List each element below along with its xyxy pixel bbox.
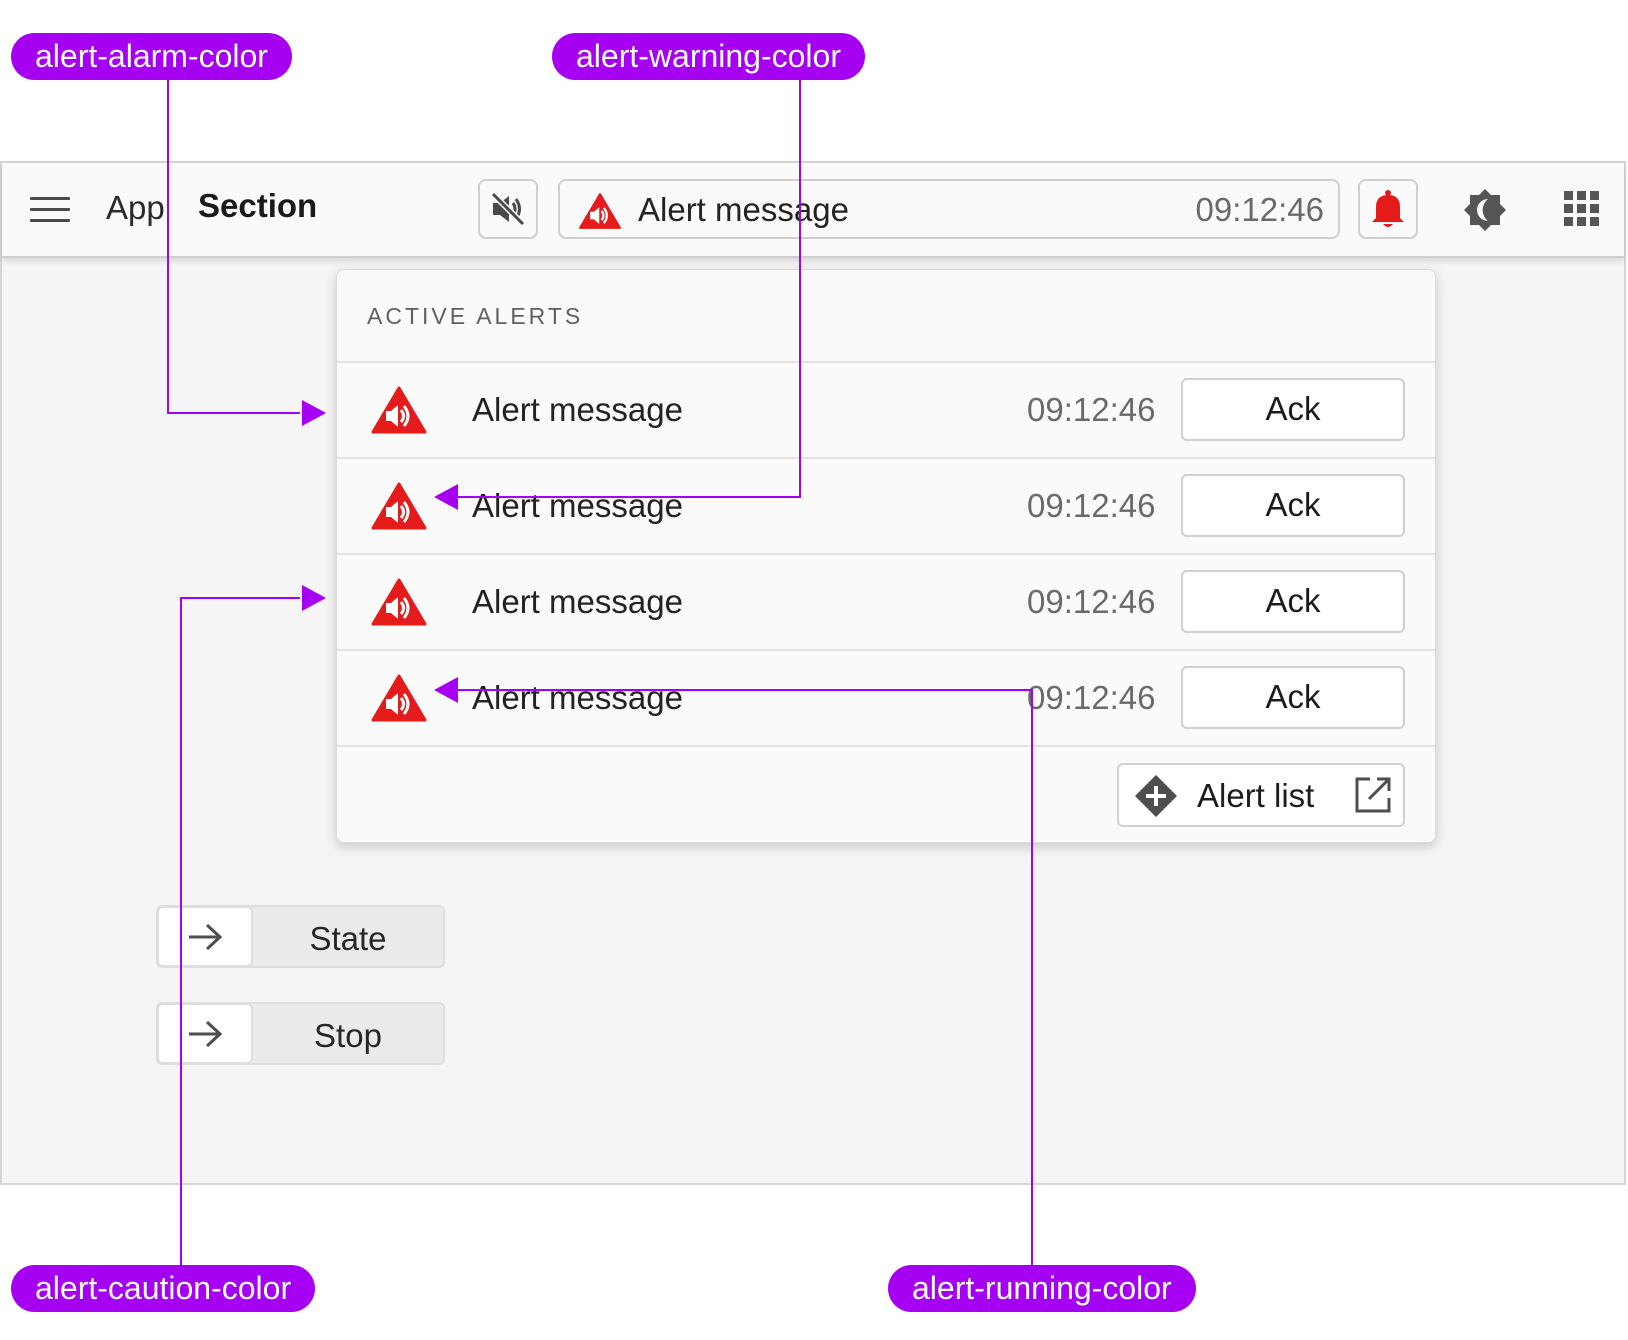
section-title: Section	[198, 187, 318, 224]
ack-button[interactable]: Ack	[1181, 474, 1405, 537]
annotation-caution-color: alert-caution-color	[11, 1265, 316, 1312]
ack-button[interactable]: Ack	[1181, 378, 1405, 441]
alert-message: Alert message	[472, 679, 683, 716]
ack-button[interactable]: Ack	[1181, 666, 1405, 729]
arrow-right-icon	[189, 923, 223, 950]
alert-list-label: Alert list	[1197, 777, 1315, 814]
alert-time: 09:12:46	[1027, 487, 1156, 524]
alert-time: 09:12:46	[1027, 391, 1156, 428]
active-alerts-panel: ACTIVE ALERTS Alert message 09:12:46 Ack…	[336, 269, 1436, 843]
mute-button[interactable]	[478, 179, 538, 239]
alert-message: Alert message	[472, 487, 683, 524]
annotation-warning-color: alert-warning-color	[552, 33, 865, 80]
alert-row: Alert message 09:12:46 Ack	[337, 553, 1435, 649]
volume-off-icon	[490, 191, 526, 227]
current-alert-bar[interactable]: Alert message 09:12:46	[558, 179, 1340, 239]
alarm-triangle-icon	[371, 481, 427, 531]
alert-row: Alert message 09:12:46 Ack	[337, 457, 1435, 553]
ack-button[interactable]: Ack	[1181, 570, 1405, 633]
brightness-icon[interactable]	[1462, 187, 1508, 233]
alerts-bell-button[interactable]	[1358, 179, 1418, 239]
state-control[interactable]: State	[156, 905, 445, 968]
app-title: App	[106, 189, 165, 226]
alarm-triangle-icon	[578, 192, 622, 230]
alert-row: Alert message 09:12:46 Ack	[337, 649, 1435, 745]
alert-list-button[interactable]: Alert list	[1117, 763, 1405, 827]
top-bar: App Section Alert message 09:12:46	[2, 163, 1624, 258]
state-label: State	[309, 920, 387, 957]
external-link-icon	[1355, 777, 1391, 813]
current-alert-message: Alert message	[638, 191, 849, 228]
alarm-triangle-icon	[371, 673, 427, 723]
app-window: App Section Alert message 09:12:46 ACTIV…	[0, 161, 1626, 1185]
stop-control[interactable]: Stop	[156, 1002, 445, 1065]
hamburger-menu-icon[interactable]	[30, 197, 70, 223]
alert-time: 09:12:46	[1027, 679, 1156, 716]
alert-time: 09:12:46	[1027, 583, 1156, 620]
apps-grid-icon[interactable]	[1564, 191, 1600, 227]
alert-message: Alert message	[472, 391, 683, 428]
panel-title: ACTIVE ALERTS	[367, 303, 584, 329]
alarm-triangle-icon	[371, 385, 427, 435]
annotation-running-color: alert-running-color	[888, 1265, 1196, 1312]
arrow-right-icon	[189, 1020, 223, 1047]
bell-icon	[1372, 190, 1404, 227]
stop-label: Stop	[314, 1017, 382, 1054]
diamond-add-icon	[1135, 775, 1177, 817]
panel-footer: Alert list	[337, 745, 1435, 843]
alert-row: Alert message 09:12:46 Ack	[337, 361, 1435, 457]
alert-message: Alert message	[472, 583, 683, 620]
current-alert-time: 09:12:46	[1195, 191, 1324, 228]
stop-arrow-button[interactable]	[157, 1003, 253, 1064]
annotation-alarm-color: alert-alarm-color	[11, 33, 292, 80]
alarm-triangle-icon	[371, 577, 427, 627]
state-arrow-button[interactable]	[157, 906, 253, 967]
